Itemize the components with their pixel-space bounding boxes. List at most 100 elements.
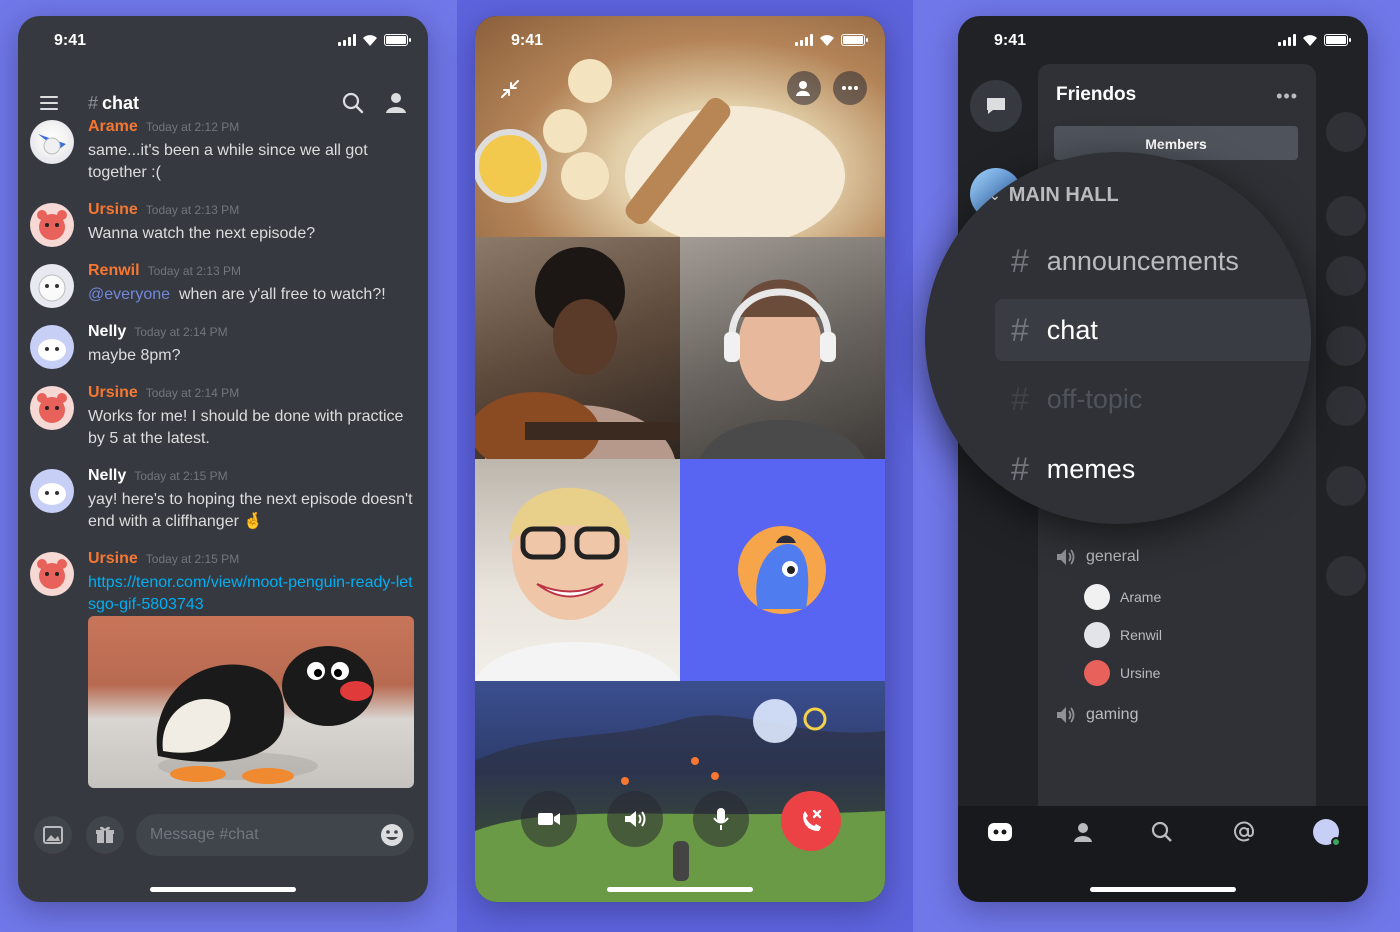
channel-name: announcements	[1046, 245, 1239, 276]
member-avatar[interactable]	[1326, 386, 1366, 426]
timestamp: Today at 2:14 PM	[134, 325, 228, 339]
members-icon[interactable]	[385, 92, 409, 114]
avatar	[1313, 819, 1341, 847]
bottom-tab-bar	[958, 806, 1368, 902]
author-name[interactable]: Ursine	[88, 201, 138, 218]
author-name[interactable]: Nelly	[88, 323, 126, 340]
image-icon	[43, 826, 63, 844]
avatar[interactable]	[30, 120, 74, 164]
hash-icon: #	[1011, 450, 1029, 487]
voice-user-name: Arame	[1120, 589, 1162, 605]
speaker-icon	[1057, 549, 1075, 565]
add-participant-button[interactable]	[787, 71, 821, 105]
hash-icon: #	[1011, 242, 1029, 279]
video-tile-headphones[interactable]	[680, 237, 885, 459]
tab-mentions[interactable]	[1230, 818, 1258, 846]
channel-chat[interactable]: # chat	[995, 299, 1311, 361]
voice-channel-name: general	[1086, 548, 1140, 565]
timestamp: Today at 2:12 PM	[145, 120, 240, 134]
video-tile-game-stream[interactable]	[475, 681, 885, 902]
timestamp: Today at 2:14 PM	[145, 386, 240, 400]
microphone-icon	[713, 808, 729, 830]
battery-icon	[384, 34, 411, 46]
voice-channel-general[interactable]: general	[1056, 548, 1139, 566]
wifi-icon	[820, 35, 834, 46]
search-icon[interactable]	[342, 92, 364, 114]
mute-toggle-button[interactable]	[693, 791, 749, 847]
voice-user[interactable]: Ursine	[1084, 660, 1160, 686]
member-avatar[interactable]	[1326, 112, 1366, 152]
home-indicator	[607, 887, 753, 892]
message-body: when are y'all free to watch?!	[178, 286, 386, 303]
speaker-toggle-button[interactable]	[607, 791, 663, 847]
tab-profile[interactable]	[1312, 818, 1341, 847]
signal-icon	[1278, 34, 1296, 46]
avatar[interactable]	[30, 469, 74, 513]
tab-home[interactable]	[986, 818, 1014, 846]
message-input[interactable]: Message #chat	[136, 814, 414, 856]
more-options-button[interactable]	[833, 71, 867, 105]
message-text: yay! here's to hoping the next episode d…	[88, 491, 413, 530]
author-name[interactable]: Renwil	[88, 262, 140, 279]
speaker-icon	[1057, 707, 1075, 723]
hash-icon: #	[88, 93, 99, 113]
status-bar: 9:41	[958, 16, 1368, 66]
status-time: 9:41	[54, 32, 87, 49]
gift-button[interactable]	[86, 816, 124, 854]
tab-friends[interactable]	[1068, 818, 1096, 846]
mention[interactable]: @everyone	[88, 286, 170, 303]
avatar	[1084, 660, 1110, 686]
avatar[interactable]	[30, 386, 74, 430]
upload-image-button[interactable]	[34, 816, 72, 854]
tab-search[interactable]	[1148, 818, 1176, 846]
author-name[interactable]: Ursine	[88, 550, 138, 567]
author-name[interactable]: Arame	[88, 118, 138, 135]
channel-name: off-topic	[1046, 383, 1143, 414]
direct-messages-button[interactable]	[970, 80, 1022, 132]
message-text: Works for me! I should be done with prac…	[88, 408, 404, 447]
channel-announcements[interactable]: # announcements	[995, 230, 1311, 292]
author-name[interactable]: Nelly	[88, 467, 126, 484]
search-icon	[1151, 821, 1172, 842]
video-tile-avatar[interactable]	[680, 459, 885, 681]
penguin-image	[156, 646, 374, 784]
message-composer: Message #chat	[18, 812, 428, 862]
voice-user[interactable]: Arame	[1084, 584, 1161, 610]
user-avatar-icon	[738, 526, 826, 614]
avatar[interactable]	[30, 264, 74, 308]
battery-icon	[1324, 34, 1351, 46]
gift-icon	[96, 826, 114, 843]
channel-memes[interactable]: # memes	[995, 438, 1311, 500]
member-avatar[interactable]	[1326, 196, 1366, 236]
channel-off-topic[interactable]: # off-topic	[995, 368, 1311, 430]
home-indicator	[150, 887, 296, 892]
member-avatar[interactable]	[1326, 256, 1366, 296]
message-text: Wanna watch the next episode?	[88, 225, 316, 242]
emoji-icon[interactable]	[380, 823, 404, 847]
category-main-hall[interactable]: ⌄ MAIN HALL	[989, 184, 1119, 207]
avatar[interactable]	[30, 552, 74, 596]
camera-toggle-button[interactable]	[521, 791, 577, 847]
member-avatar[interactable]	[1326, 556, 1366, 596]
video-tile-guitar[interactable]	[475, 237, 680, 459]
message-text: maybe 8pm?	[88, 347, 181, 364]
server-name[interactable]: Friendos	[1056, 84, 1136, 106]
more-icon[interactable]: •••	[1276, 86, 1298, 107]
avatar[interactable]	[30, 325, 74, 369]
member-avatar[interactable]	[1326, 326, 1366, 366]
minimize-icon[interactable]	[499, 78, 521, 100]
voice-channel-gaming[interactable]: gaming	[1056, 706, 1138, 724]
end-call-icon	[803, 809, 822, 831]
channel-name: memes	[1046, 453, 1136, 484]
end-call-button[interactable]	[781, 791, 841, 851]
link[interactable]: https://tenor.com/view/moot-penguin-read…	[88, 574, 413, 613]
voice-user[interactable]: Renwil	[1084, 622, 1162, 648]
gif-embed[interactable]	[88, 616, 414, 788]
video-tile-glasses[interactable]	[475, 459, 680, 681]
avatar	[1084, 584, 1110, 610]
message-text: same...it's been a while since we all go…	[88, 142, 368, 181]
author-name[interactable]: Ursine	[88, 384, 138, 401]
avatar[interactable]	[30, 203, 74, 247]
menu-icon[interactable]	[40, 96, 58, 110]
member-avatar[interactable]	[1326, 466, 1366, 506]
